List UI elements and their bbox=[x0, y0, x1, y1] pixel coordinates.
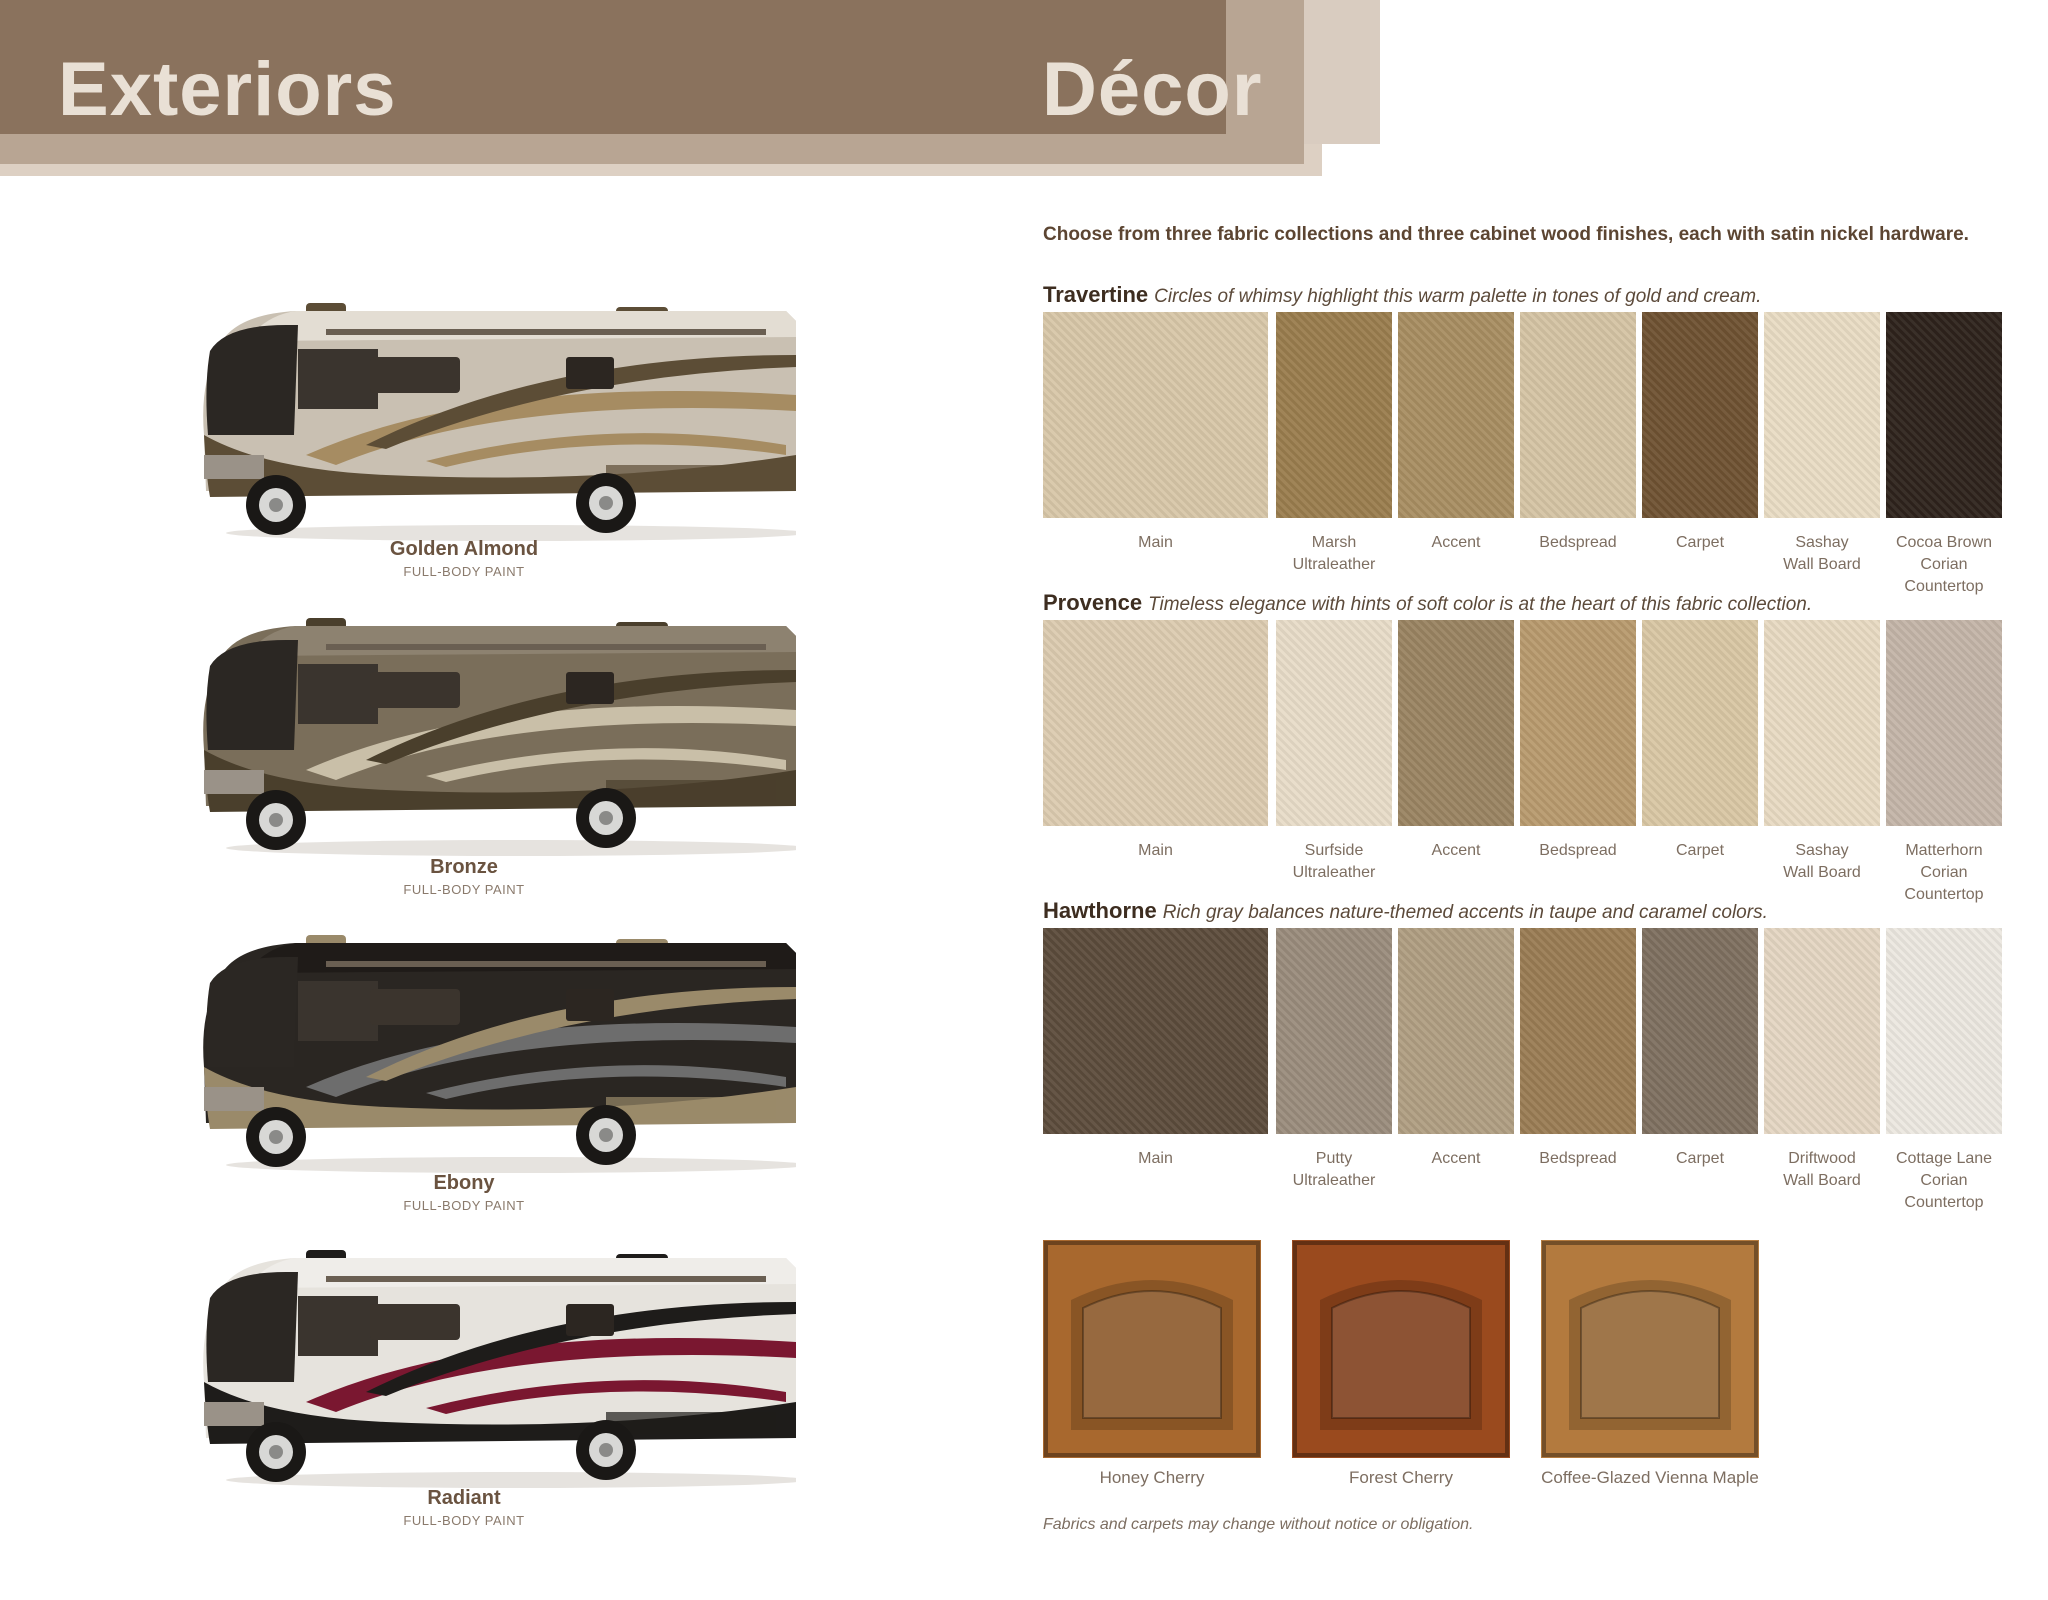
exterior-subtitle: FULL-BODY PAINT bbox=[403, 564, 525, 579]
fabric-swatch bbox=[1276, 928, 1392, 1134]
swatch-label: Accent bbox=[1431, 534, 1481, 551]
fabric-swatch bbox=[1886, 312, 2002, 518]
swatch-label: Matterhorn Corian Countertop bbox=[1904, 842, 1984, 903]
swatch-label: Accent bbox=[1431, 842, 1481, 859]
swatch-label: Surfside Ultraleather bbox=[1292, 842, 1376, 881]
swatch-label: Cottage Lane Corian Countertop bbox=[1895, 1150, 1993, 1211]
swatch-label: Cocoa Brown Corian Countertop bbox=[1895, 534, 1993, 595]
swatch-label: Marsh Ultraleather bbox=[1292, 534, 1376, 573]
swatch-label: Bedspread bbox=[1539, 1150, 1617, 1167]
cabinet-door bbox=[1043, 1240, 1261, 1458]
fabric-swatch bbox=[1642, 620, 1758, 826]
swatch-label: Carpet bbox=[1675, 842, 1725, 859]
rv-image bbox=[186, 600, 796, 870]
fabric-swatch bbox=[1398, 928, 1514, 1134]
fabric-swatch bbox=[1043, 312, 1268, 518]
fabric-swatch bbox=[1520, 312, 1636, 518]
swatch-label: Sashay Wall Board bbox=[1783, 842, 1861, 881]
exterior-subtitle: FULL-BODY PAINT bbox=[403, 1198, 525, 1213]
collection-heading: Hawthorne Rich gray balances nature-theme… bbox=[1043, 898, 1768, 924]
fabric-swatch bbox=[1886, 620, 2002, 826]
swatch-label: Main bbox=[1138, 1150, 1173, 1167]
collection-heading: Travertine Circles of whimsy highlight th… bbox=[1043, 282, 1761, 308]
swatch-label: Carpet bbox=[1675, 1150, 1725, 1167]
fabric-swatch bbox=[1398, 312, 1514, 518]
collection-description: Rich gray balances nature-themed accents… bbox=[1162, 902, 1768, 923]
exterior-name: Ebony bbox=[433, 1172, 495, 1194]
exterior-subtitle: FULL-BODY PAINT bbox=[403, 882, 525, 897]
decor-intro: Choose from three fabric collections and… bbox=[1043, 224, 1969, 245]
fabric-swatch bbox=[1764, 928, 1880, 1134]
collection-description: Circles of whimsy highlight this warm pa… bbox=[1154, 286, 1762, 307]
swatch-label: Carpet bbox=[1675, 534, 1725, 551]
fabric-swatch bbox=[1276, 620, 1392, 826]
fabric-swatch bbox=[1642, 928, 1758, 1134]
fabric-swatch bbox=[1764, 620, 1880, 826]
exterior-name: Radiant bbox=[427, 1487, 501, 1509]
fabric-swatch bbox=[1764, 312, 1880, 518]
fabric-swatch bbox=[1398, 620, 1514, 826]
collection-heading: Provence Timeless elegance with hints of … bbox=[1043, 590, 1812, 616]
fabric-swatch bbox=[1642, 312, 1758, 518]
fabric-swatch bbox=[1886, 928, 2002, 1134]
fabric-swatch bbox=[1276, 312, 1392, 518]
cabinet-door bbox=[1292, 1240, 1510, 1458]
exterior-subtitle: FULL-BODY PAINT bbox=[403, 1513, 525, 1528]
rv-image bbox=[186, 1232, 796, 1502]
exterior-name: Golden Almond bbox=[389, 538, 539, 560]
collection-description: Timeless elegance with hints of soft col… bbox=[1148, 594, 1813, 615]
footnote: Fabrics and carpets may change without n… bbox=[1043, 1516, 1474, 1533]
rv-image bbox=[186, 917, 796, 1187]
collection-name: Travertine bbox=[1043, 282, 1149, 307]
swatch-label: Driftwood Wall Board bbox=[1783, 1150, 1861, 1189]
fabric-swatch bbox=[1520, 620, 1636, 826]
rv-image bbox=[186, 285, 796, 555]
collection-name: Hawthorne bbox=[1043, 898, 1157, 923]
swatch-label: Main bbox=[1138, 842, 1173, 859]
fabric-swatch bbox=[1520, 928, 1636, 1134]
cabinet-door bbox=[1541, 1240, 1759, 1458]
fabric-swatch bbox=[1043, 620, 1268, 826]
decor-title: Décor bbox=[1042, 47, 1263, 132]
swatch-label: Bedspread bbox=[1539, 842, 1617, 859]
swatch-label: Sashay Wall Board bbox=[1783, 534, 1861, 573]
collection-name: Provence bbox=[1043, 590, 1143, 615]
wood-finish-label: Coffee-Glazed Vienna Maple bbox=[1541, 1468, 1759, 1487]
fabric-swatch bbox=[1043, 928, 1268, 1134]
exteriors-title: Exteriors bbox=[58, 47, 397, 132]
swatch-label: Main bbox=[1138, 534, 1173, 551]
swatch-label: Bedspread bbox=[1539, 534, 1617, 551]
exterior-name: Bronze bbox=[430, 856, 498, 878]
swatch-label: Accent bbox=[1431, 1150, 1481, 1167]
swatch-label: Putty Ultraleather bbox=[1292, 1150, 1376, 1189]
